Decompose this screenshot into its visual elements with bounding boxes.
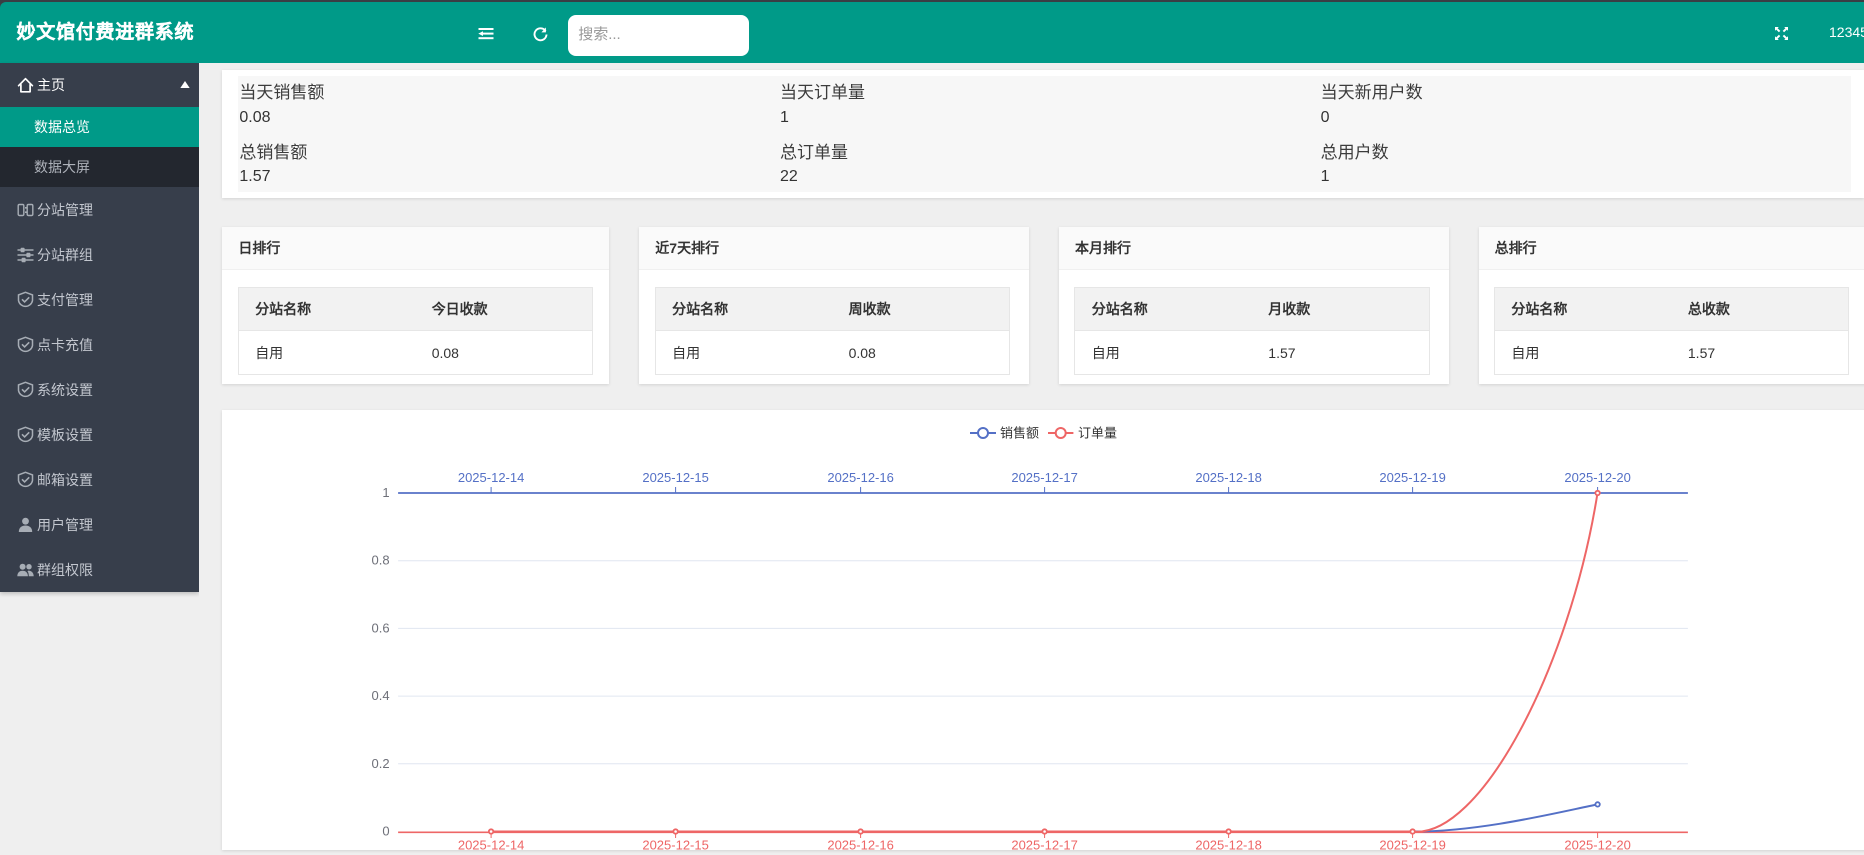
- svg-text:0.4: 0.4: [372, 688, 390, 703]
- svg-text:2025-12-14: 2025-12-14: [458, 470, 524, 485]
- svg-text:0.8: 0.8: [372, 553, 390, 568]
- svg-text:2025-12-18: 2025-12-18: [1196, 470, 1263, 485]
- svg-text:销售额: 销售额: [1000, 426, 1039, 441]
- svg-text:2025-12-15: 2025-12-15: [643, 470, 710, 485]
- svg-text:1: 1: [383, 485, 390, 500]
- svg-text:2025-12-17: 2025-12-17: [1012, 470, 1079, 485]
- svg-text:2025-12-19: 2025-12-19: [1380, 470, 1447, 485]
- svg-text:2025-12-20: 2025-12-20: [1565, 470, 1632, 485]
- svg-text:0: 0: [383, 824, 390, 839]
- svg-text:0.6: 0.6: [372, 620, 390, 635]
- svg-text:0.2: 0.2: [372, 756, 390, 771]
- svg-text:2025-12-16: 2025-12-16: [828, 470, 895, 485]
- svg-text:订单量: 订单量: [1078, 426, 1117, 441]
